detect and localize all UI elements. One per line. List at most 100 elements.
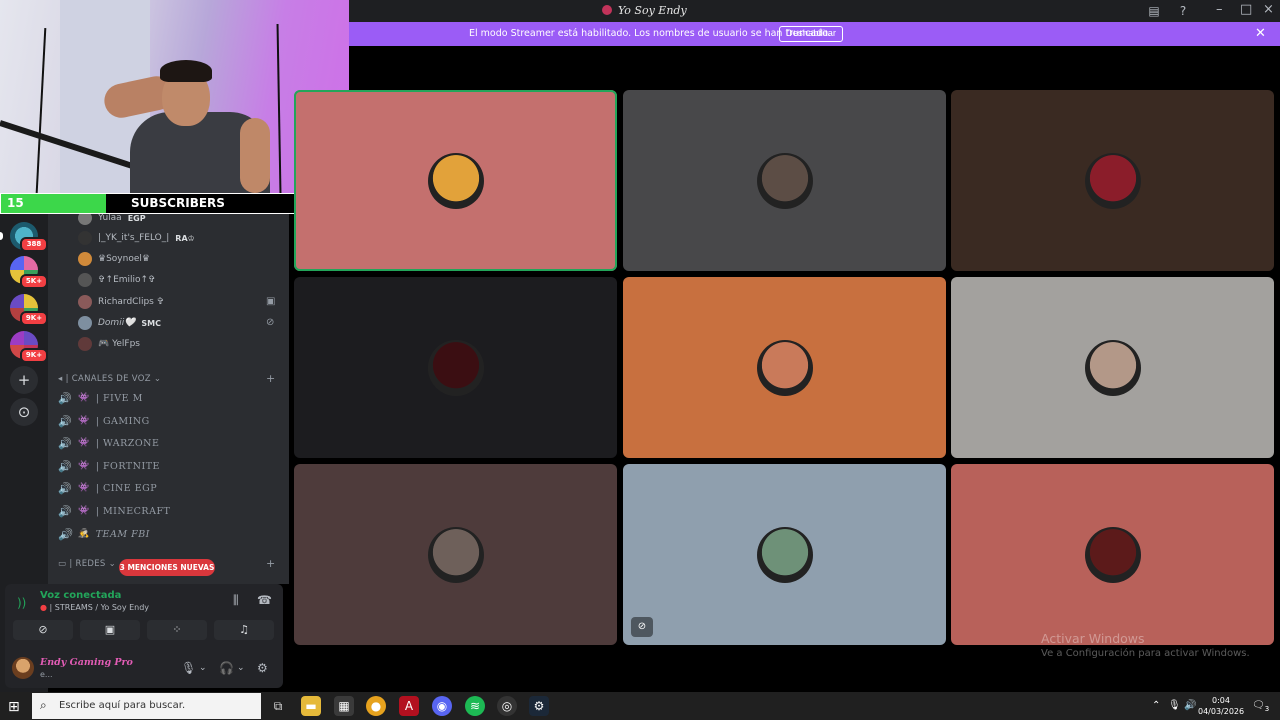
discord-icon[interactable]: ◉	[432, 696, 452, 716]
server-badge: 9K+	[20, 311, 48, 326]
new-mentions-pill[interactable]: 3 MENCIONES NUEVAS	[119, 559, 215, 576]
maximize-icon[interactable]: □	[1240, 2, 1252, 17]
activation-watermark-subtitle: Ve a Configuración para activar Windows.	[1041, 648, 1250, 659]
chevron-down-icon[interactable]: ⌄	[237, 663, 245, 673]
windows-start-icon[interactable]: ⊞	[8, 699, 20, 715]
chrome-icon[interactable]: ●	[366, 696, 386, 716]
category-voice-channels[interactable]: ◂ | CANALES DE VOZ ⌄	[58, 374, 161, 388]
video-tile[interactable]	[951, 90, 1274, 271]
close-window-icon[interactable]: ×	[1263, 2, 1274, 17]
add-channel-icon[interactable]: +	[266, 372, 275, 385]
speaker-icon: 🔊	[58, 504, 73, 518]
member-name: Yulaa	[98, 214, 122, 223]
member-item[interactable]: 🎮 YelFps	[78, 335, 140, 353]
voice-channel-fortnite[interactable]: 🔊 👾 | FORTNITE	[58, 456, 278, 476]
category-redes[interactable]: ▭ | REDES ⌄	[58, 559, 116, 573]
microphone-icon[interactable]: 🎙	[181, 661, 196, 675]
disable-streamer-mode-button[interactable]: Deshabilitar	[779, 26, 843, 42]
avatar[interactable]	[12, 657, 34, 679]
subscriber-count: 15	[7, 196, 24, 210]
steam-icon[interactable]: ⚙	[529, 696, 549, 716]
member-item[interactable]: RichardClips ✞	[78, 293, 164, 311]
microphone-tray-icon[interactable]: 🎙	[1168, 700, 1181, 711]
avatar	[78, 252, 92, 266]
user-panel: Endy Gaming Pro e... 🎙 ⌄ 🎧 ⌄ ⚙	[5, 650, 283, 688]
agent-emoji-icon: 🕵	[78, 529, 90, 539]
minimize-icon[interactable]: –	[1216, 2, 1223, 17]
avatar	[78, 295, 92, 309]
notifications-icon[interactable]: 🗨3	[1252, 700, 1269, 713]
close-icon[interactable]: ✕	[1255, 26, 1266, 41]
avatar	[1084, 339, 1141, 396]
search-icon: ⌕	[40, 698, 47, 712]
speaker-icon: 🔊	[58, 459, 73, 473]
help-icon[interactable]: ?	[1176, 4, 1190, 18]
spotify-icon[interactable]: ≋	[465, 696, 485, 716]
camera-off-button[interactable]: ⊘	[13, 620, 73, 640]
voice-channel-gaming[interactable]: 🔊 👾 | GAMING	[58, 411, 278, 431]
subscriber-label: SUBSCRIBERS	[131, 196, 225, 210]
video-tile[interactable]	[951, 464, 1274, 645]
discover-icon[interactable]: ⊙	[10, 398, 38, 426]
avatar	[1084, 526, 1141, 583]
disconnect-icon[interactable]: ☎	[257, 593, 272, 607]
voice-channel-five-m[interactable]: 🔊 👾 | FIVE M	[58, 388, 278, 408]
member-item[interactable]: |_YK_it's_FELO_| RA♔	[78, 229, 195, 247]
tray-expand-icon[interactable]: ⌃	[1152, 700, 1160, 711]
streamer-mode-banner: El modo Streamer está habilitado. Los no…	[349, 22, 1280, 46]
video-tile[interactable]	[623, 90, 946, 271]
speaker-icon: 🔊	[58, 436, 73, 450]
add-channel-icon[interactable]: +	[266, 557, 275, 570]
add-server-icon[interactable]: +	[10, 366, 38, 394]
speaker-icon: 🔊	[58, 414, 73, 428]
server-badge: 9K+	[20, 348, 48, 363]
member-name: 🎮 YelFps	[98, 339, 140, 349]
voice-status[interactable]: Voz conectada	[40, 590, 121, 601]
task-view-icon[interactable]: ⧉	[268, 696, 288, 716]
member-name: ✞↑Emilio↑✞	[98, 275, 156, 285]
avatar	[756, 152, 813, 209]
member-item[interactable]: Domii🤍 SMC	[78, 314, 161, 332]
store-icon[interactable]: ▦	[334, 696, 354, 716]
taskbar-search[interactable]: ⌕ Escribe aquí para buscar.	[32, 693, 261, 719]
headphones-icon[interactable]: 🎧	[219, 661, 234, 675]
member-item[interactable]: ✞↑Emilio↑✞	[78, 271, 156, 289]
voice-channel-team-fbi[interactable]: 🔊 🕵 TEAM FBI	[58, 524, 278, 544]
video-tile[interactable]	[294, 90, 617, 271]
voice-channel-warzone[interactable]: 🔊 👾 | WARZONE	[58, 433, 278, 453]
video-tile[interactable]: ⊘	[623, 464, 946, 645]
clock[interactable]: 0:04 04/03/2026	[1198, 695, 1244, 717]
screen-share-button[interactable]: ▣	[80, 620, 140, 640]
activities-button[interactable]: ⁘	[147, 620, 207, 640]
adobe-acrobat-icon[interactable]: A	[399, 696, 419, 716]
chevron-down-icon: ⌄	[105, 559, 117, 569]
voice-channel-minecraft[interactable]: 🔊 👾 | MINECRAFT	[58, 501, 278, 521]
settings-gear-icon[interactable]: ⚙	[257, 661, 268, 675]
file-explorer-icon[interactable]: ▬	[301, 696, 321, 716]
chevron-down-icon[interactable]: ⌄	[199, 663, 207, 673]
member-item[interactable]: Yulaa EGP	[78, 214, 146, 227]
member-item[interactable]: ♛Soynoel♛	[78, 250, 150, 268]
camera-off-icon: ⊘	[38, 623, 48, 636]
channel-emoji-icon: 👾	[78, 483, 90, 493]
member-tag: RA♔	[175, 233, 195, 243]
noise-suppression-icon[interactable]: ⫼	[233, 593, 239, 608]
channel-emoji-icon: 👾	[78, 393, 90, 403]
screen-share-icon: ▣	[104, 623, 116, 636]
chevron-down-icon: ◂	[58, 374, 66, 384]
obs-icon[interactable]: ◎	[497, 696, 517, 716]
muted-icon: ⊘	[266, 317, 275, 328]
avatar	[78, 316, 92, 330]
avatar	[78, 231, 92, 245]
volume-icon[interactable]: 🔊	[1184, 700, 1196, 711]
video-tile[interactable]	[951, 277, 1274, 458]
username[interactable]: Endy Gaming Pro	[40, 657, 133, 668]
soundboard-button[interactable]: ♫	[214, 620, 274, 640]
video-tile[interactable]	[294, 464, 617, 645]
inbox-icon[interactable]: ▤	[1147, 4, 1161, 18]
channel-list: Yulaa EGP |_YK_it's_FELO_| RA♔ ♛Soynoel♛…	[48, 214, 289, 584]
voice-channel-cine-egp[interactable]: 🔊 👾 | CINE EGP	[58, 478, 278, 498]
video-tile[interactable]	[623, 277, 946, 458]
avatar	[1084, 152, 1141, 209]
video-tile[interactable]	[294, 277, 617, 458]
